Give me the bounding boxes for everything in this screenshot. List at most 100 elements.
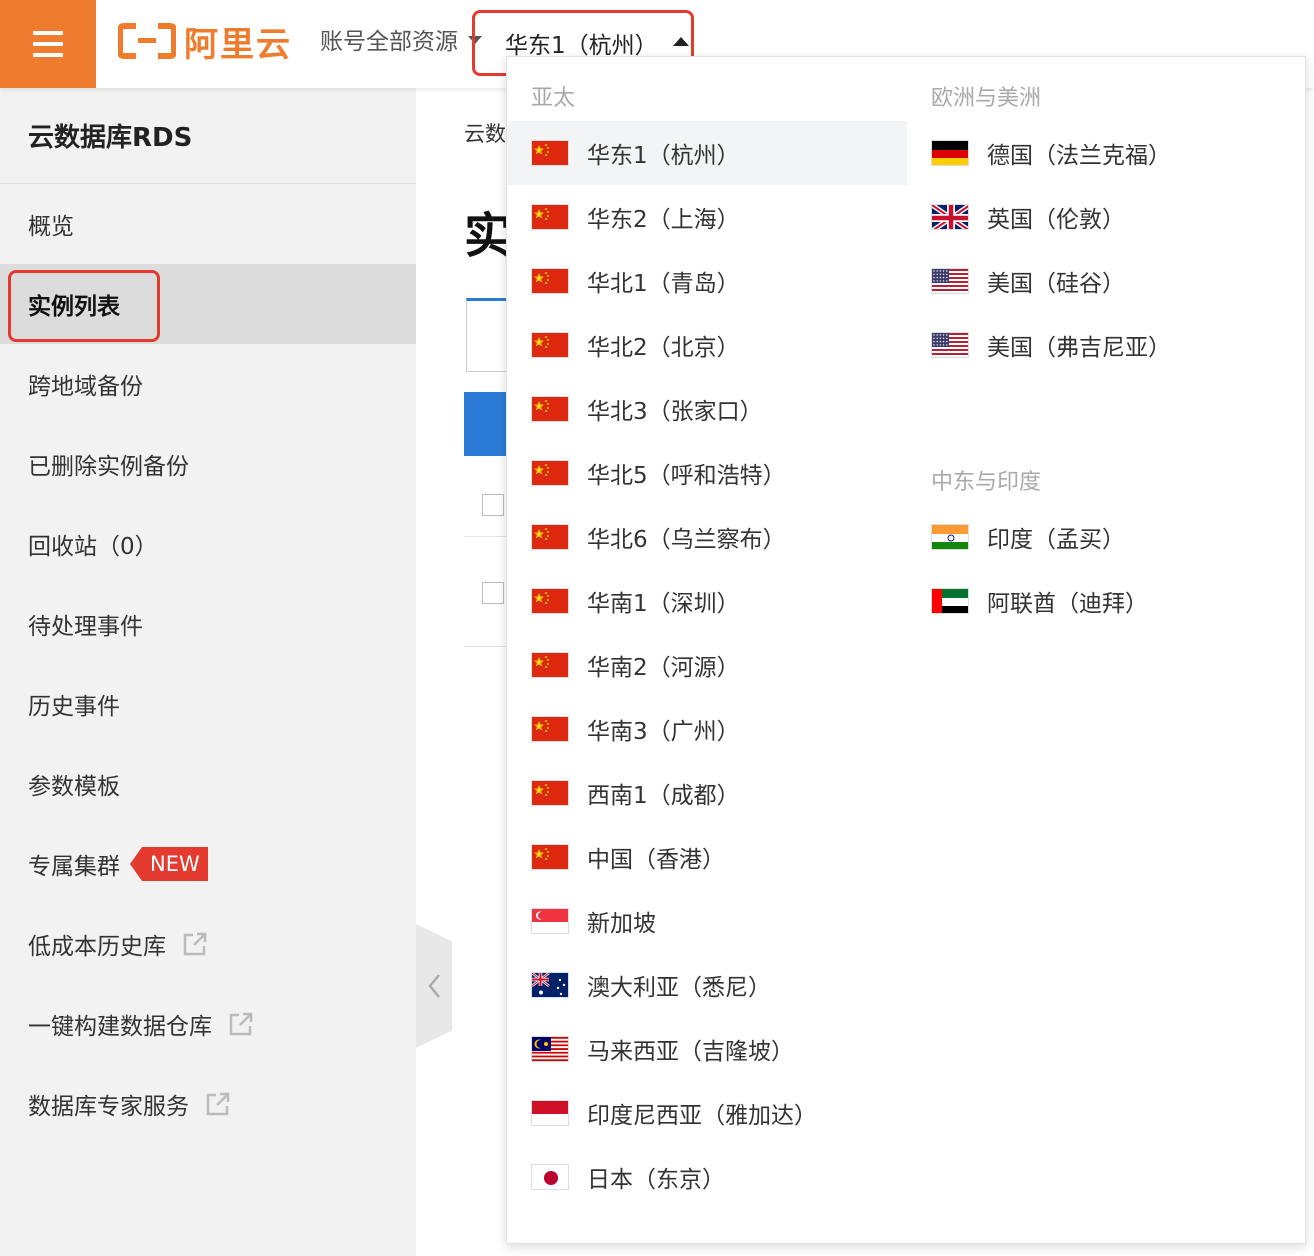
- flag-cn-icon: [531, 524, 569, 550]
- flag-cn-icon: [531, 588, 569, 614]
- sidebar-title: 云数据库RDS: [0, 88, 416, 184]
- flag-id-icon: [531, 1100, 569, 1126]
- region-option-label: 印度（孟买）: [987, 527, 1125, 553]
- region-option[interactable]: 华北3（张家口）: [507, 377, 907, 441]
- flag-cn-icon: [531, 652, 569, 678]
- sidebar-collapse-button[interactable]: [416, 924, 452, 1048]
- region-option[interactable]: 华东1（杭州）: [507, 121, 907, 185]
- highlight-box: [8, 270, 160, 342]
- group-heading-asia-pacific: 亚太: [531, 86, 576, 111]
- region-option[interactable]: 新加坡: [507, 889, 907, 953]
- region-dropdown: 亚太 华东1（杭州） 华东2（上海） 华北1（青岛） 华北2（北京） 华北3（张家口）华…: [506, 56, 1306, 1244]
- sidebar-item-dedicated-cluster[interactable]: 专属集群 NEW: [0, 824, 416, 904]
- region-option-label: 西南1（成都）: [587, 783, 740, 809]
- logo-text: 阿里云: [184, 24, 292, 65]
- flag-cn-icon: [531, 716, 569, 742]
- aliyun-logo[interactable]: 阿里云: [118, 16, 292, 66]
- sidebar-item-pending-events[interactable]: 待处理事件: [0, 584, 416, 664]
- sidebar-item-overview[interactable]: 概览: [0, 184, 416, 264]
- caret-up-icon: [673, 37, 689, 46]
- flag-cn-icon: [531, 460, 569, 486]
- region-option-label: 阿联酋（迪拜）: [987, 591, 1148, 617]
- group-heading-europe-americas: 欧洲与美洲: [931, 86, 1042, 111]
- region-option[interactable]: 华北2（北京）: [507, 313, 907, 377]
- region-option-label: 华南2（河源）: [587, 655, 740, 681]
- sidebar-item-label: 概览: [28, 214, 74, 240]
- flag-de-icon: [931, 140, 969, 166]
- sidebar-item-label: 历史事件: [28, 694, 120, 720]
- sidebar-item-cross-region-backup[interactable]: 跨地域备份: [0, 344, 416, 424]
- region-option[interactable]: 华南3（广州）: [507, 697, 907, 761]
- region-option-label: 美国（弗吉尼亚）: [987, 335, 1171, 361]
- flag-cn-icon: [531, 780, 569, 806]
- region-option-label: 华南3（广州）: [587, 719, 740, 745]
- sidebar-item-label: 一键构建数据仓库: [28, 1014, 212, 1040]
- sidebar-item-parameter-templates[interactable]: 参数模板: [0, 744, 416, 824]
- region-option[interactable]: 印度尼西亚（雅加达）: [507, 1081, 907, 1145]
- flag-in-icon: [931, 524, 969, 550]
- external-link-icon: [183, 932, 207, 956]
- flag-gb-icon: [931, 204, 969, 230]
- sidebar: 云数据库RDS 概览 实例列表 跨地域备份 已删除实例备份 回收站（0） 待处理…: [0, 88, 416, 1256]
- region-option-label: 日本（东京）: [587, 1167, 725, 1193]
- new-badge: NEW: [130, 847, 208, 881]
- region-option[interactable]: 马来西亚（吉隆坡）: [507, 1017, 907, 1081]
- region-option-label: 英国（伦敦）: [987, 207, 1125, 233]
- region-option[interactable]: 澳大利亚（悉尼）: [507, 953, 907, 1017]
- flag-us-icon: [931, 332, 969, 358]
- region-option[interactable]: 美国（硅谷）: [907, 249, 1307, 313]
- region-option[interactable]: 华南2（河源）: [507, 633, 907, 697]
- flag-my-icon: [531, 1036, 569, 1062]
- region-column-asia-pacific: 亚太 华东1（杭州） 华东2（上海） 华北1（青岛） 华北2（北京） 华北3（张家口）华…: [507, 57, 907, 1209]
- region-option-label: 华东2（上海）: [587, 207, 740, 233]
- flag-cn-icon: [531, 396, 569, 422]
- sidebar-item-label: 低成本历史库: [28, 934, 166, 960]
- region-option-label: 华北2（北京）: [587, 335, 740, 361]
- region-option[interactable]: 华北5（呼和浩特）: [507, 441, 907, 505]
- region-list-asia-pacific: 华东1（杭州） 华东2（上海） 华北1（青岛） 华北2（北京） 华北3（张家口） 华北5（…: [507, 121, 907, 1209]
- flag-sg-icon: [531, 908, 569, 934]
- account-resources-selector[interactable]: 账号全部资源: [320, 22, 482, 56]
- region-option[interactable]: 中国（香港）: [507, 825, 907, 889]
- region-option[interactable]: 华北1（青岛）: [507, 249, 907, 313]
- sidebar-item-instances[interactable]: 实例列表: [0, 264, 416, 344]
- flag-ae-icon: [931, 588, 969, 614]
- row-checkbox[interactable]: [482, 582, 504, 604]
- region-option-label: 美国（硅谷）: [987, 271, 1125, 297]
- region-column-europe-americas: 欧洲与美洲 德国（法兰克福） 英国（伦敦） 美国（硅谷） 美国（弗吉尼亚） 中东与印度…: [907, 57, 1307, 633]
- region-option[interactable]: 华东2（上海）: [507, 185, 907, 249]
- flag-us-icon: [931, 268, 969, 294]
- sidebar-item-build-warehouse[interactable]: 一键构建数据仓库: [0, 984, 416, 1064]
- region-option[interactable]: 日本（东京）: [507, 1145, 907, 1209]
- sidebar-item-db-expert[interactable]: 数据库专家服务: [0, 1064, 416, 1144]
- region-current-label: 华东1（杭州）: [505, 33, 658, 59]
- region-option-label: 中国（香港）: [587, 847, 725, 873]
- region-option[interactable]: 华北6（乌兰察布）: [507, 505, 907, 569]
- select-all-checkbox[interactable]: [482, 494, 504, 516]
- region-option-label: 华北5（呼和浩特）: [587, 463, 786, 489]
- sidebar-item-label: 参数模板: [28, 774, 120, 800]
- region-option[interactable]: 德国（法兰克福）: [907, 121, 1307, 185]
- region-option[interactable]: 印度（孟买）: [907, 505, 1307, 569]
- region-list-europe-americas: 德国（法兰克福） 英国（伦敦） 美国（硅谷） 美国（弗吉尼亚）: [907, 121, 1307, 377]
- sidebar-item-recycle-bin[interactable]: 回收站（0）: [0, 504, 416, 584]
- sidebar-item-low-cost-history[interactable]: 低成本历史库: [0, 904, 416, 984]
- flag-jp-icon: [531, 1164, 569, 1190]
- region-option-label: 德国（法兰克福）: [987, 143, 1171, 169]
- region-option[interactable]: 英国（伦敦）: [907, 185, 1307, 249]
- sidebar-item-deleted-backup[interactable]: 已删除实例备份: [0, 424, 416, 504]
- region-option[interactable]: 美国（弗吉尼亚）: [907, 313, 1307, 377]
- breadcrumb[interactable]: 云数: [464, 118, 506, 148]
- sidebar-item-history-events[interactable]: 历史事件: [0, 664, 416, 744]
- region-option[interactable]: 阿联酋（迪拜）: [907, 569, 1307, 633]
- region-option[interactable]: 华南1（深圳）: [507, 569, 907, 633]
- flag-cn-icon: [531, 268, 569, 294]
- region-option-label: 华东1（杭州）: [587, 143, 740, 169]
- sidebar-item-label: 回收站（0）: [28, 534, 158, 560]
- region-option[interactable]: 西南1（成都）: [507, 761, 907, 825]
- chevron-left-icon: [428, 974, 440, 998]
- external-link-icon: [206, 1092, 230, 1116]
- menu-icon[interactable]: [0, 0, 96, 88]
- external-link-icon: [229, 1012, 253, 1036]
